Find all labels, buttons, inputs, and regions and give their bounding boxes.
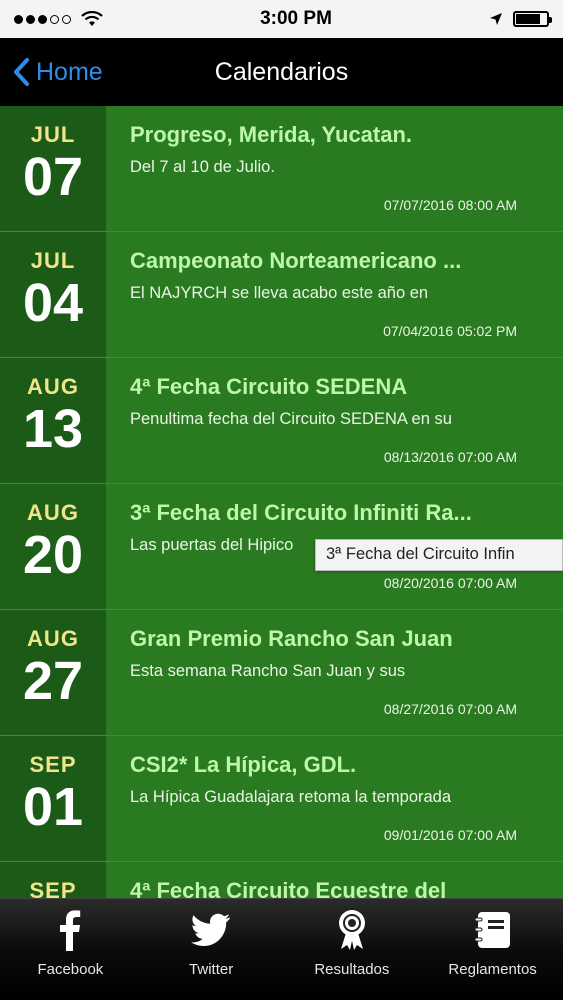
event-row[interactable]: JUL 04 Campeonato Norteamericano ... El …: [0, 232, 563, 358]
event-month: AUG: [27, 626, 79, 651]
event-row[interactable]: AUG 27 Gran Premio Rancho San Juan Esta …: [0, 610, 563, 736]
event-description: Del 7 al 10 de Julio.: [130, 158, 275, 176]
event-timestamp: 08/27/2016 07:00 AM: [383, 701, 517, 717]
status-bar: 3:00 PM: [0, 0, 563, 38]
event-title: 3ª Fecha del Circuito Infiniti Ra...: [130, 500, 472, 525]
event-title: 4ª Fecha Circuito Ecuestre del: [130, 878, 447, 898]
event-body: Gran Premio Rancho San Juan Esta semana …: [106, 610, 563, 735]
event-month: JUL: [30, 122, 76, 147]
tab-label: Facebook: [37, 961, 104, 978]
event-description: La Hípica Guadalajara retoma la temporad…: [130, 788, 452, 806]
event-month: SEP: [29, 878, 77, 898]
event-month: SEP: [29, 752, 77, 777]
tab-label: Resultados: [314, 961, 390, 978]
status-left: [14, 11, 103, 27]
event-row[interactable]: JUL 07 Progreso, Merida, Yucatan. Del 7 …: [0, 106, 563, 232]
twitter-icon: [191, 909, 231, 951]
event-day: 07: [22, 147, 84, 207]
date-box: JUL 07: [0, 106, 106, 231]
event-day: 27: [22, 651, 84, 711]
event-day: 13: [22, 399, 84, 459]
date-box: JUL 04: [0, 232, 106, 357]
event-description: Penultima fecha del Circuito SEDENA en s…: [130, 410, 452, 428]
back-button-label: Home: [36, 57, 103, 86]
date-box: AUG 20: [0, 484, 106, 609]
event-timestamp: 08/13/2016 07:00 AM: [383, 449, 517, 465]
event-month: JUL: [30, 248, 76, 273]
status-right: [489, 11, 552, 27]
navigation-bar: Home Calendarios: [0, 38, 563, 106]
tab-reglamentos[interactable]: Reglamentos: [422, 899, 563, 1000]
event-title: Campeonato Norteamericano ...: [130, 248, 462, 273]
event-body: CSI2* La Hípica, GDL. La Hípica Guadalaj…: [106, 736, 563, 861]
date-box: AUG 13: [0, 358, 106, 483]
award-ribbon-icon: [337, 909, 367, 951]
event-list[interactable]: JUL 07 Progreso, Merida, Yucatan. Del 7 …: [0, 106, 563, 898]
event-title: Gran Premio Rancho San Juan: [130, 626, 453, 651]
status-time: 3:00 PM: [260, 8, 332, 29]
event-row[interactable]: AUG 13 4ª Fecha Circuito SEDENA Penultim…: [0, 358, 563, 484]
date-box: SEP 01: [0, 736, 106, 861]
notebook-icon: [474, 909, 512, 951]
app-frame: 3:00 PM Home Calendarios JUL 07 Progreso…: [0, 0, 563, 1000]
event-body: Campeonato Norteamericano ... El NAJYRCH…: [106, 232, 563, 357]
event-description: Esta semana Rancho San Juan y sus: [130, 662, 406, 680]
event-title: 4ª Fecha Circuito SEDENA: [130, 374, 408, 399]
event-day: 04: [22, 273, 84, 333]
event-body: 4ª Fecha Circuito SEDENA Penultima fecha…: [106, 358, 563, 483]
signal-strength-icon: [14, 14, 71, 24]
event-title: Progreso, Merida, Yucatan.: [130, 122, 413, 147]
battery-icon: [513, 11, 552, 27]
date-box: AUG 27: [0, 610, 106, 735]
event-title: CSI2* La Hípica, GDL.: [130, 752, 357, 777]
title-tooltip: 3ª Fecha del Circuito Infin: [315, 539, 563, 571]
back-button[interactable]: Home: [0, 57, 103, 87]
event-body: Progreso, Merida, Yucatan. Del 7 al 10 d…: [106, 106, 563, 231]
tab-twitter[interactable]: Twitter: [141, 899, 282, 1000]
event-description: El NAJYRCH se lleva acabo este año en: [130, 284, 429, 302]
tab-label: Reglamentos: [448, 961, 537, 978]
event-row[interactable]: SEP 4ª Fecha Circuito Ecuestre del: [0, 862, 563, 898]
event-month: AUG: [27, 374, 79, 399]
date-box: SEP: [0, 862, 106, 898]
event-timestamp: 07/07/2016 08:00 AM: [383, 197, 517, 213]
event-timestamp: 08/20/2016 07:00 AM: [383, 575, 517, 591]
tab-bar: Facebook Twitter Resultados Reglamentos: [0, 898, 563, 1000]
event-timestamp: 09/01/2016 07:00 AM: [383, 827, 517, 843]
location-arrow-icon: [490, 13, 502, 25]
wifi-icon: [81, 11, 103, 26]
event-day: 01: [22, 777, 84, 837]
event-day: 20: [22, 525, 84, 585]
event-row[interactable]: SEP 01 CSI2* La Hípica, GDL. La Hípica G…: [0, 736, 563, 862]
chevron-left-icon: [14, 58, 29, 86]
facebook-icon: [58, 909, 82, 951]
tab-label: Twitter: [189, 961, 234, 978]
event-timestamp: 07/04/2016 05:02 PM: [383, 323, 517, 339]
tab-resultados[interactable]: Resultados: [282, 899, 423, 1000]
event-body: 4ª Fecha Circuito Ecuestre del: [106, 862, 563, 898]
tab-facebook[interactable]: Facebook: [0, 899, 141, 1000]
event-month: AUG: [27, 500, 79, 525]
